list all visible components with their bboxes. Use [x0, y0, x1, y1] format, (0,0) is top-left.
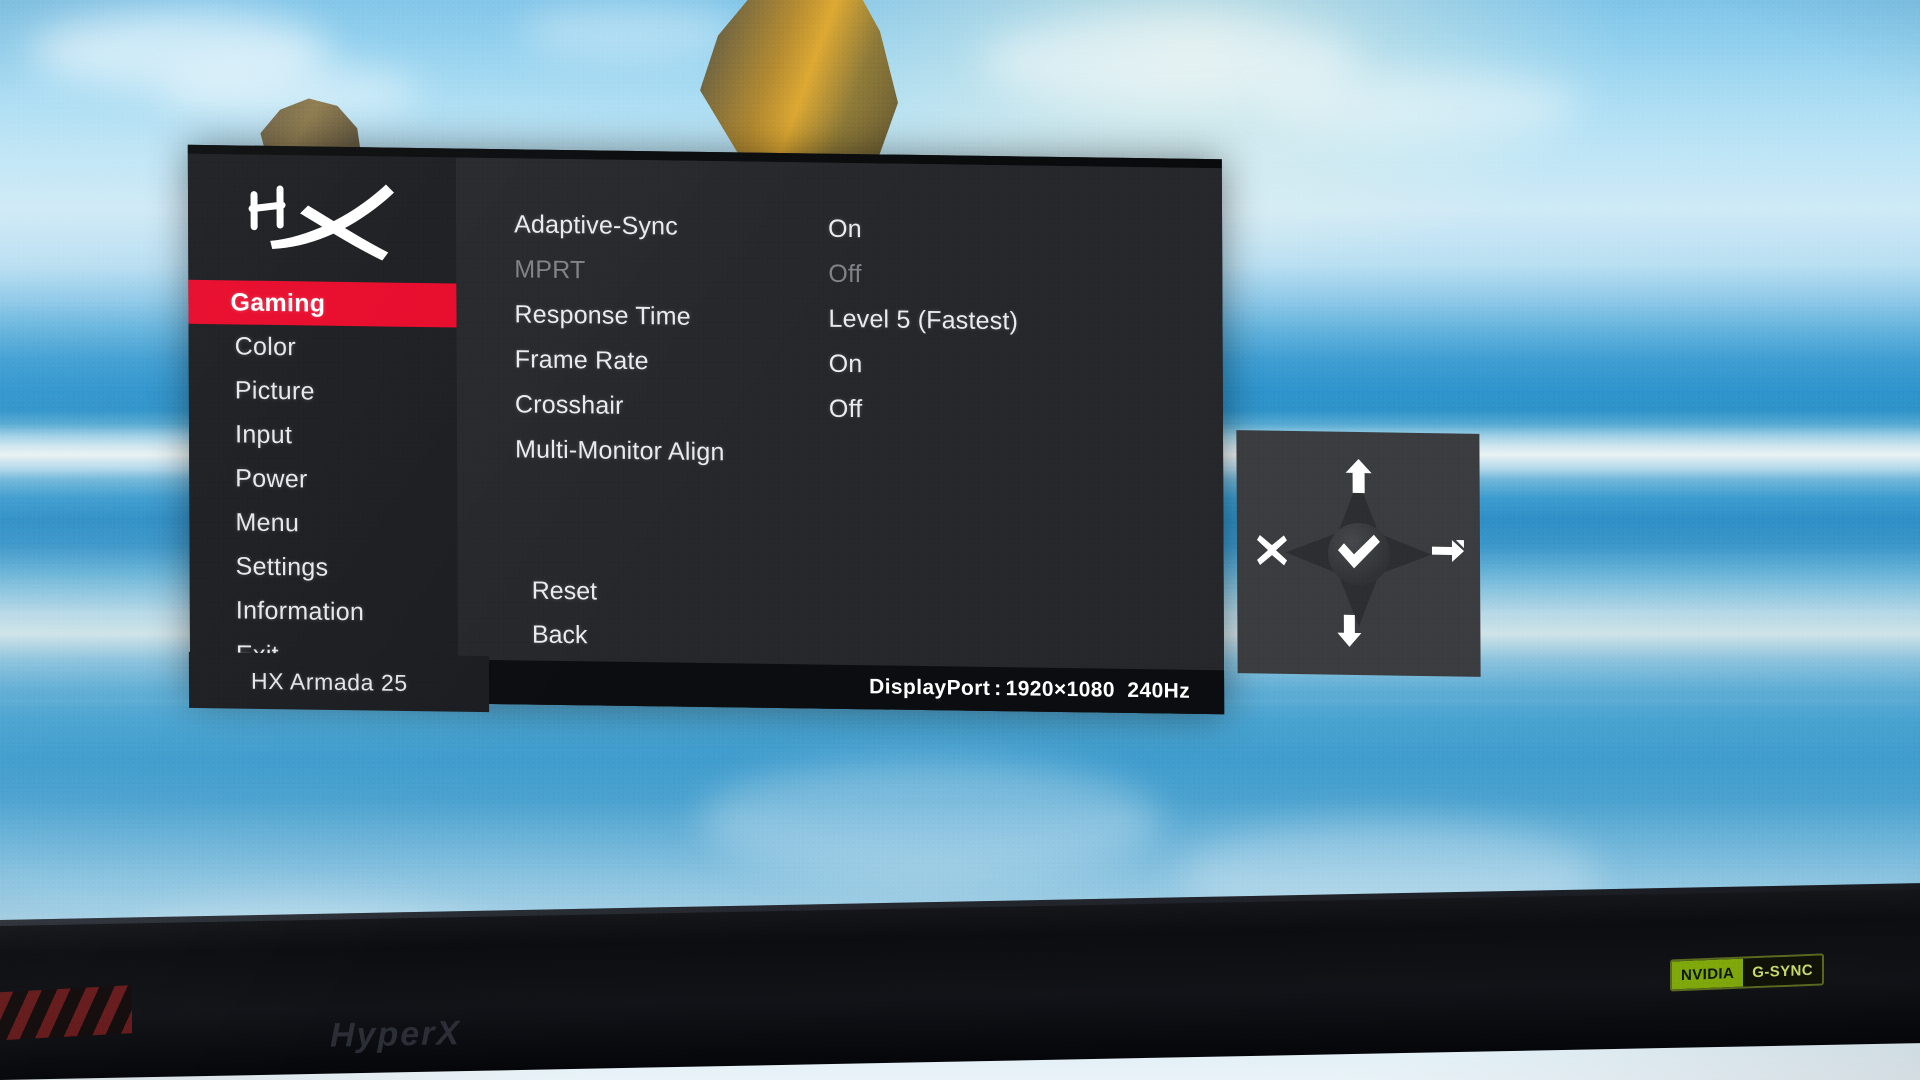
setting-label: MPRT: [514, 255, 586, 285]
sidebar-item-input[interactable]: Input: [189, 412, 457, 460]
sidebar-item-label: Information: [235, 595, 365, 626]
screenshot-root: Gaming Color Picture Input Power Menu Se…: [0, 0, 1920, 1080]
sidebar-item-information[interactable]: Information: [190, 588, 458, 636]
setting-value: Off: [828, 259, 862, 289]
setting-label: Response Time: [514, 300, 691, 331]
sidebar-item-label: Settings: [235, 551, 329, 582]
back-button[interactable]: Back: [458, 612, 1224, 667]
setting-row-multi-monitor-align[interactable]: Multi-Monitor Align: [457, 427, 1223, 483]
hyperx-logo: [188, 154, 457, 284]
osd-menu-window: Gaming Color Picture Input Power Menu Se…: [187, 144, 1225, 715]
settings-row-list: Adaptive-Sync On MPRT Off Response Time …: [456, 158, 1223, 483]
sidebar-item-label: Gaming: [230, 287, 326, 318]
sidebar-item-label: Color: [234, 331, 296, 361]
sidebar-item-label: Picture: [234, 375, 315, 406]
sidebar-item-label: Power: [235, 463, 308, 493]
sidebar-item-gaming[interactable]: Gaming: [188, 279, 457, 328]
sidebar-item-label: Input: [234, 419, 293, 449]
action-label: Back: [531, 620, 588, 649]
setting-label: Crosshair: [514, 390, 624, 420]
status-source-label: DisplayPort: [869, 675, 991, 700]
sidebar-item-settings[interactable]: Settings: [190, 544, 458, 592]
device-model-label: HX Armada 25: [250, 667, 408, 696]
status-resolution: 1920×1080: [1005, 677, 1115, 702]
bezel-brand-logo: HyperX: [330, 1014, 462, 1055]
setting-value: Off: [828, 394, 863, 424]
setting-value: Level 5 (Fastest): [828, 304, 1019, 336]
sidebar-item-menu[interactable]: Menu: [189, 500, 457, 548]
gsync-badge: NVIDIA G-SYNC: [1670, 953, 1824, 992]
sidebar-item-color[interactable]: Color: [189, 324, 457, 372]
arrow-down-icon[interactable]: [1336, 614, 1362, 653]
sidebar-item-label: Menu: [235, 507, 300, 537]
status-signal-info: DisplayPort:1920×1080 240Hz: [869, 675, 1190, 703]
sidebar-menu-list: Gaming Color Picture Input Power Menu Se…: [188, 279, 458, 680]
gsync-label: G-SYNC: [1743, 955, 1822, 987]
setting-label: Multi-Monitor Align: [515, 435, 725, 467]
osd-sidebar: Gaming Color Picture Input Power Menu Se…: [187, 153, 459, 704]
setting-label: Frame Rate: [514, 345, 649, 376]
enter-return-arrow-icon[interactable]: [1430, 537, 1466, 573]
osd-settings-pane: Adaptive-Sync On MPRT Off Response Time …: [455, 157, 1225, 715]
setting-value: On: [828, 214, 862, 244]
settings-action-list: Reset Back: [458, 568, 1224, 667]
osd-model-bar: HX Armada 25: [188, 651, 490, 713]
joystick-hint-overlay: [1236, 430, 1481, 677]
setting-label: Adaptive-Sync: [514, 210, 678, 241]
nvidia-label: NVIDIA: [1672, 958, 1744, 990]
sidebar-item-power[interactable]: Power: [189, 456, 457, 504]
cancel-close-icon[interactable]: [1255, 532, 1289, 572]
arrow-up-icon[interactable]: [1343, 458, 1373, 499]
status-refresh-rate: 240Hz: [1127, 678, 1191, 703]
action-label: Reset: [531, 576, 598, 605]
confirm-check-icon[interactable]: [1334, 532, 1382, 576]
setting-value: On: [828, 349, 863, 379]
sidebar-item-picture[interactable]: Picture: [189, 368, 457, 416]
status-separator: :: [994, 677, 1002, 701]
bezel-edge-artifact: [0, 985, 132, 1041]
